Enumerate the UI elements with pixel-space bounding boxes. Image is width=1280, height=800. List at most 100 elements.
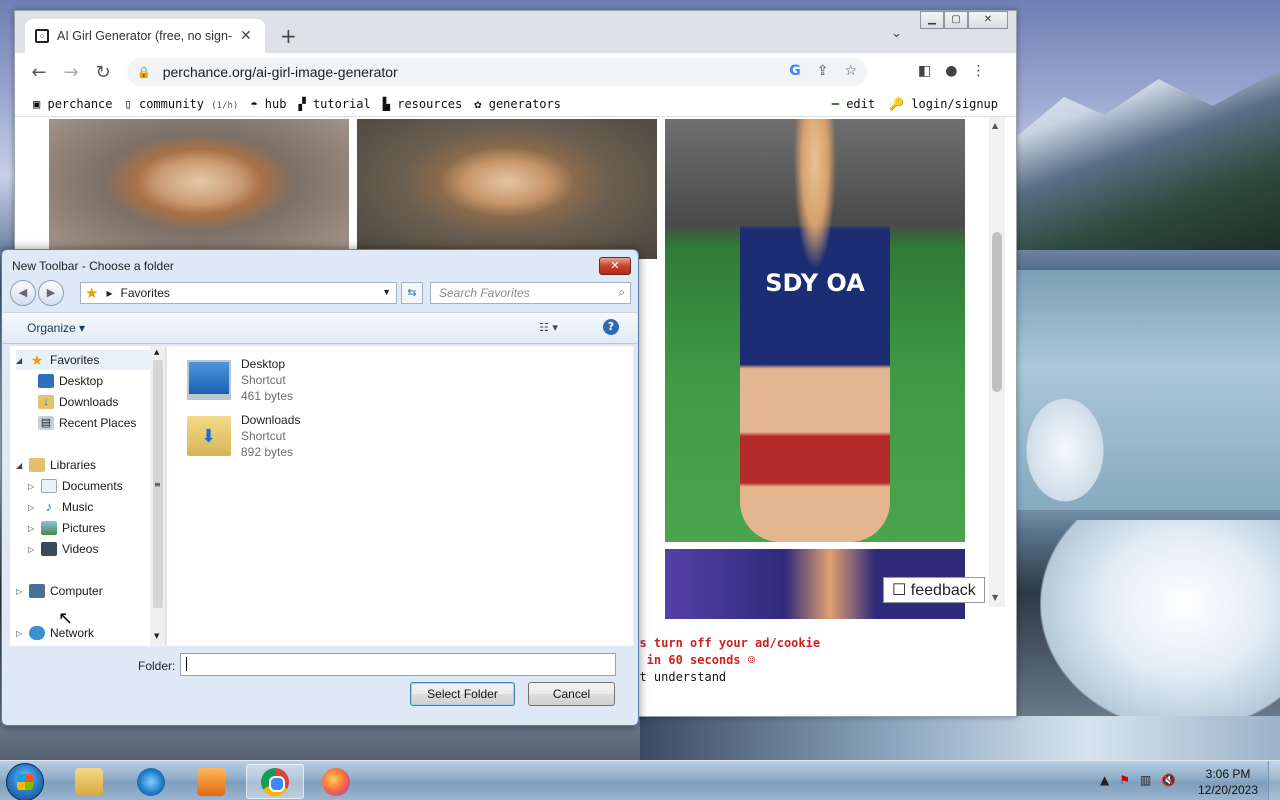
dialog-back-button[interactable]: ◀	[10, 280, 36, 306]
nav-perchance[interactable]: ▣ perchance	[33, 97, 113, 111]
profile-avatar-icon[interactable]: ●	[945, 63, 957, 79]
scroll-up-icon[interactable]: ▲	[154, 348, 159, 356]
address-dropdown-icon[interactable]: ▼	[382, 287, 391, 297]
tab-close-icon[interactable]: ✕	[240, 28, 252, 44]
bookmark-star-icon[interactable]: ☆	[844, 63, 857, 79]
google-lens-icon[interactable]: G	[789, 63, 801, 79]
menu-kebab-icon[interactable]: ⋮	[971, 63, 985, 79]
nav-videos[interactable]: ▷ Videos	[28, 539, 98, 559]
libraries-icon	[29, 458, 45, 472]
network-status-icon[interactable]: ▥	[1140, 773, 1151, 787]
cancel-button[interactable]: Cancel	[528, 682, 615, 706]
forward-button[interactable]: →	[55, 62, 87, 83]
action-center-icon[interactable]: ⚑	[1119, 773, 1130, 787]
nav-desktop[interactable]: Desktop	[38, 371, 103, 391]
select-folder-button[interactable]: Select Folder	[410, 682, 515, 706]
nav-pictures[interactable]: ▷ Pictures	[28, 518, 105, 538]
scroll-thumb[interactable]	[992, 232, 1002, 392]
dialog-address-bar[interactable]: ★ ▸ Favorites ▼	[80, 282, 397, 304]
nav-network[interactable]: ▷ Network	[16, 623, 94, 643]
volume-muted-icon[interactable]: 🔇	[1161, 773, 1176, 787]
window-close-button[interactable]: ✕	[968, 11, 1008, 29]
expanded-arrow-icon[interactable]: ◢	[16, 356, 24, 365]
back-button[interactable]: ←	[23, 62, 55, 83]
file-name: Downloads	[241, 413, 301, 427]
nav-libraries[interactable]: ◢ Libraries	[16, 455, 96, 475]
nav-downloads[interactable]: ↓ Downloads	[38, 392, 118, 412]
nav-favorites[interactable]: ◢ ★ Favorites	[16, 350, 156, 370]
scroll-down-icon[interactable]: ▼	[992, 593, 998, 602]
recent-places-icon: ▤	[38, 416, 54, 430]
nav-hub[interactable]: ☂ hub	[250, 97, 286, 111]
nav-recent-places[interactable]: ▤ Recent Places	[38, 413, 136, 433]
file-size: 892 bytes	[241, 445, 294, 459]
maximize-button[interactable]: ▢	[944, 11, 968, 29]
taskbar-explorer[interactable]	[60, 764, 118, 799]
dialog-refresh-button[interactable]: ⇆	[401, 282, 423, 304]
clock-date: 12/20/2023	[1197, 783, 1259, 797]
help-icon[interactable]: ?	[603, 319, 619, 335]
dialog-close-button[interactable]: ✕	[599, 257, 631, 275]
dialog-forward-button[interactable]: ▶	[38, 280, 64, 306]
collapsed-arrow-icon[interactable]: ▷	[16, 587, 24, 596]
taskbar-internet-explorer[interactable]	[122, 764, 180, 799]
address-bar[interactable]: 🔒 perchance.org/ai-girl-image-generator …	[127, 58, 867, 86]
collapsed-arrow-icon[interactable]: ▷	[28, 503, 36, 512]
desktop-mountain	[1010, 70, 1280, 250]
media-player-icon	[197, 767, 225, 796]
downloads-icon: ↓	[38, 395, 54, 409]
collapsed-arrow-icon[interactable]: ▷	[28, 545, 36, 554]
generated-image-1[interactable]	[49, 119, 349, 259]
collapsed-arrow-icon[interactable]: ▷	[16, 629, 24, 638]
page-scrollbar[interactable]: ▲ ▼	[989, 117, 1005, 607]
file-item-downloads[interactable]: ⬇ Downloads Shortcut 892 bytes	[187, 412, 300, 462]
breadcrumb-favorites[interactable]: Favorites	[120, 286, 169, 300]
hub-icon: ☂	[250, 96, 258, 111]
nav-tutorial[interactable]: ▞ tutorial	[298, 97, 370, 111]
login-link[interactable]: 🔑 login/signup	[889, 97, 998, 111]
show-hidden-icons-icon[interactable]: ▲	[1100, 773, 1109, 787]
file-size: 461 bytes	[241, 389, 294, 403]
file-item-desktop[interactable]: Desktop Shortcut 461 bytes	[187, 356, 293, 406]
scroll-up-icon[interactable]: ▲	[992, 121, 998, 130]
generated-image-2[interactable]	[357, 119, 657, 259]
new-tab-button[interactable]: +	[280, 24, 297, 48]
nav-generators[interactable]: ✿ generators	[474, 97, 561, 111]
lock-icon[interactable]: 🔒	[137, 66, 151, 79]
collapsed-arrow-icon[interactable]: ▷	[28, 482, 36, 491]
side-panel-icon[interactable]: ◧	[918, 63, 931, 79]
taskbar-clock[interactable]: 3:06 PM 12/20/2023	[1196, 766, 1260, 798]
view-options-button[interactable]: ☷ ▾	[539, 321, 558, 334]
nav-computer[interactable]: ▷ Computer	[16, 581, 103, 601]
taskbar-firefox[interactable]	[307, 764, 365, 799]
expanded-arrow-icon[interactable]: ◢	[16, 461, 24, 470]
nav-community[interactable]: ▯ community (1/h)	[125, 97, 239, 111]
nav-documents[interactable]: ▷ Documents	[28, 476, 123, 496]
nav-resources[interactable]: ▙ resources	[383, 97, 463, 111]
notice-line-1: pls turn off your ad/cookie	[625, 636, 821, 650]
show-desktop-button[interactable]	[1268, 761, 1280, 800]
share-icon[interactable]: ⇪	[817, 63, 829, 79]
feedback-button[interactable]: ☐ feedback	[883, 577, 985, 603]
search-icon[interactable]: ⌕	[618, 285, 625, 300]
generated-image-3[interactable]: SDY OA	[665, 119, 965, 542]
browser-tab[interactable]: ⁘ AI Girl Generator (free, no sign-u ✕	[25, 19, 265, 53]
folder-input[interactable]	[180, 653, 616, 676]
edit-link[interactable]: ━ edit	[832, 97, 875, 111]
network-icon	[29, 626, 45, 640]
collapsed-arrow-icon[interactable]: ▷	[28, 524, 36, 533]
tab-search-chevron-icon[interactable]: ⌄	[891, 26, 902, 41]
nav-pane-scrollbar[interactable]: ▲ ≡ ▼	[150, 346, 165, 646]
taskbar-chrome[interactable]	[246, 764, 304, 799]
scroll-grip-icon: ≡	[154, 480, 161, 489]
nav-music[interactable]: ▷ ♪ Music	[28, 497, 93, 517]
breadcrumb-arrow-icon[interactable]: ▸	[106, 286, 112, 300]
reload-button[interactable]: ↻	[87, 62, 119, 83]
start-button[interactable]	[6, 763, 44, 800]
dialog-search-input[interactable]: Search Favorites ⌕	[430, 282, 631, 304]
minimize-button[interactable]: ▁	[920, 11, 944, 29]
taskbar-media-player[interactable]	[182, 764, 240, 799]
internet-explorer-icon	[137, 767, 165, 796]
scroll-down-icon[interactable]: ▼	[154, 632, 159, 640]
organize-button[interactable]: Organize ▾	[27, 321, 85, 335]
